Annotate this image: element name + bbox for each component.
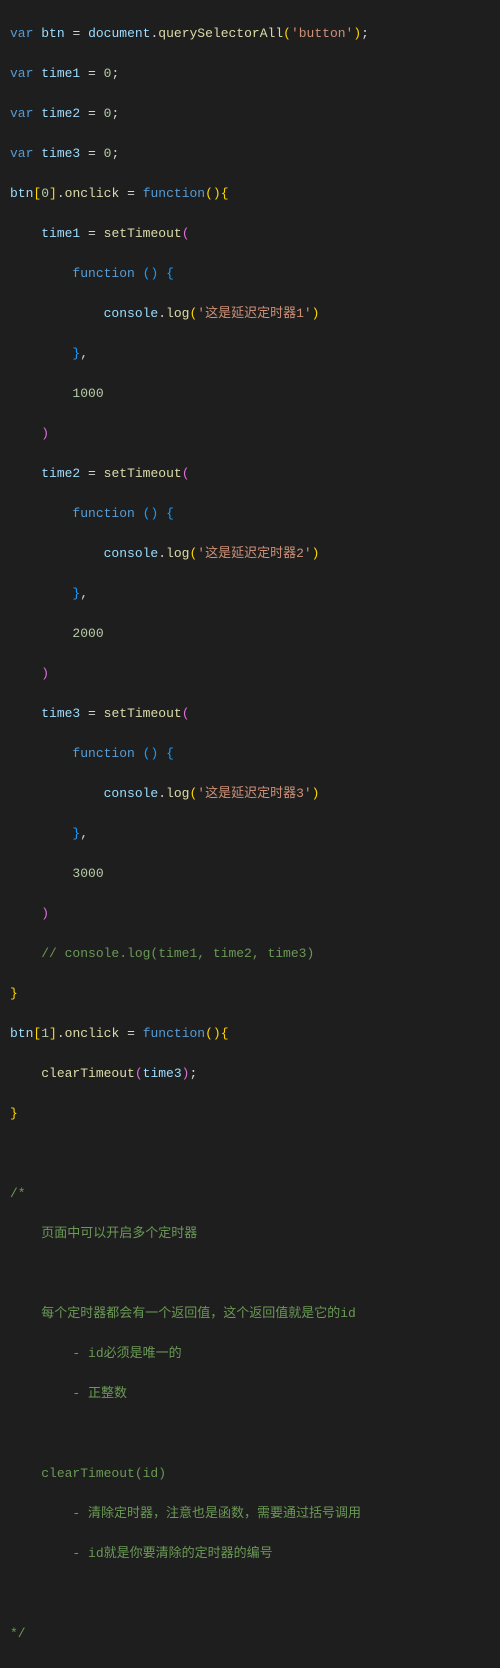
code-line: ) (10, 664, 490, 684)
code-line: 2000 (10, 624, 490, 644)
code-line: function () { (10, 744, 490, 764)
code-line (10, 1424, 490, 1444)
code-line: btn[1].onclick = function(){ (10, 1024, 490, 1044)
code-line (10, 1264, 490, 1284)
code-line: function () { (10, 504, 490, 524)
code-line: 页面中可以开启多个定时器 (10, 1224, 490, 1244)
code-line: 每个定时器都会有一个返回值，这个返回值就是它的id (10, 1304, 490, 1324)
code-line: function () { (10, 264, 490, 284)
code-line: console.log('这是延迟定时器1') (10, 304, 490, 324)
code-line: }, (10, 584, 490, 604)
code-line: clearTimeout(id) (10, 1464, 490, 1484)
code-line: - id就是你要清除的定时器的编号 (10, 1544, 490, 1564)
code-line: // console.log(time1, time2, time3) (10, 944, 490, 964)
code-line: console.log('这是延迟定时器3') (10, 784, 490, 804)
code-line: clearTimeout(time3); (10, 1064, 490, 1084)
code-line: } (10, 984, 490, 1004)
code-line: ) (10, 424, 490, 444)
code-line: console.log('这是延迟定时器2') (10, 544, 490, 564)
code-line: /* (10, 1184, 490, 1204)
code-line: - id必须是唯一的 (10, 1344, 490, 1364)
code-editor[interactable]: var btn = document.querySelectorAll('but… (0, 0, 500, 1668)
code-line: var time3 = 0; (10, 144, 490, 164)
code-line: time2 = setTimeout( (10, 464, 490, 484)
code-line: - 清除定时器，注意也是函数，需要通过括号调用 (10, 1504, 490, 1524)
code-line: var time2 = 0; (10, 104, 490, 124)
code-line: time3 = setTimeout( (10, 704, 490, 724)
code-line (10, 1584, 490, 1604)
code-line: */ (10, 1624, 490, 1644)
code-line: } (10, 1104, 490, 1124)
code-line: var btn = document.querySelectorAll('but… (10, 24, 490, 44)
code-line: btn[0].onclick = function(){ (10, 184, 490, 204)
code-line: var time1 = 0; (10, 64, 490, 84)
code-line: time1 = setTimeout( (10, 224, 490, 244)
code-line: 3000 (10, 864, 490, 884)
code-line: - 正整数 (10, 1384, 490, 1404)
code-line: }, (10, 344, 490, 364)
code-line: ) (10, 904, 490, 924)
code-line: }, (10, 824, 490, 844)
code-line (10, 1144, 490, 1164)
code-line: 1000 (10, 384, 490, 404)
